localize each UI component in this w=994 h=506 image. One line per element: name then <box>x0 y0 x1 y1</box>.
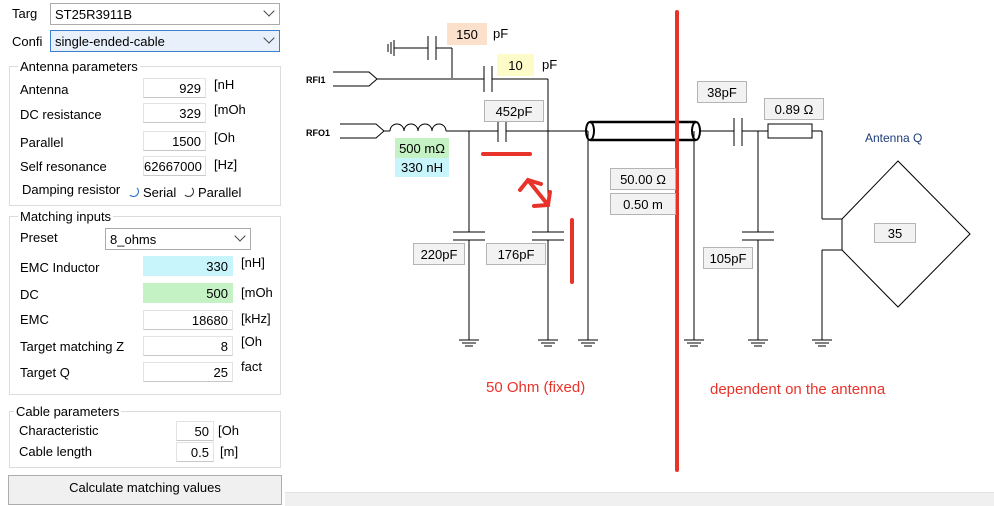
rfo1-label: RFO1 <box>306 128 331 138</box>
cap-220-value: 220pF <box>413 243 465 265</box>
cap-10-value: 10 <box>497 54 534 76</box>
resistor-089-value: 0.89 Ω <box>764 98 824 120</box>
antenna-q-value: 35 <box>874 223 916 243</box>
cap-452-value: 452pF <box>484 100 544 122</box>
cable-impedance-value: 50.00 Ω <box>610 168 676 190</box>
rfi1-label: RFI1 <box>306 75 326 85</box>
cap-105-value: 105pF <box>703 247 753 269</box>
antenna-q-label: Antenna Q <box>865 131 923 145</box>
fixed-impedance-note: 50 Ohm (fixed) <box>486 379 586 396</box>
cap-150-value: 150 <box>447 23 487 45</box>
coax-cable <box>585 120 701 142</box>
cap-38-value: 38pF <box>697 81 747 103</box>
cap-176-value: 176pF <box>486 243 546 265</box>
antenna-dependent-note: dependent on the antenna <box>710 381 886 398</box>
cap-150-unit: pF <box>493 26 509 41</box>
emc-inductor-value: 330 nH <box>395 158 449 177</box>
emc-resistor-value: 500 mΩ <box>395 138 449 158</box>
cable-length-value: 0.50 m <box>610 193 676 215</box>
cap-10-unit: pF <box>542 57 558 72</box>
